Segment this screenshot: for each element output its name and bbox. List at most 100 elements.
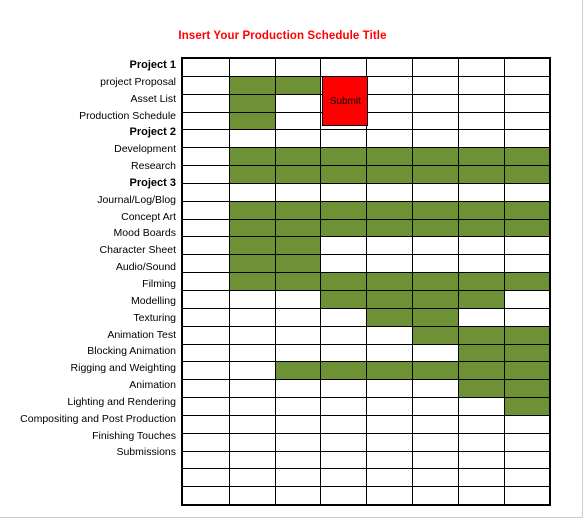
- schedule-bar-cell[interactable]: [228, 201, 275, 219]
- schedule-empty-cell[interactable]: [320, 380, 366, 398]
- schedule-empty-cell[interactable]: [274, 112, 321, 130]
- schedule-bar-cell[interactable]: [320, 148, 367, 166]
- schedule-empty-cell[interactable]: [183, 469, 229, 486]
- schedule-bar-cell[interactable]: [503, 326, 550, 344]
- schedule-bar-cell[interactable]: [411, 308, 458, 326]
- schedule-empty-cell[interactable]: [503, 237, 550, 255]
- schedule-bar-cell[interactable]: [228, 166, 275, 183]
- schedule-empty-cell[interactable]: [228, 451, 275, 469]
- schedule-bar-cell[interactable]: [320, 273, 367, 290]
- schedule-bar-cell[interactable]: [411, 290, 458, 308]
- schedule-empty-cell[interactable]: [274, 326, 321, 344]
- schedule-bar-cell[interactable]: [274, 362, 321, 380]
- schedule-bar-cell[interactable]: [320, 166, 367, 183]
- schedule-bar-cell[interactable]: [366, 290, 412, 308]
- schedule-bar-cell[interactable]: [366, 148, 412, 166]
- schedule-empty-cell[interactable]: [183, 184, 229, 201]
- schedule-empty-cell[interactable]: [366, 112, 412, 130]
- schedule-empty-cell[interactable]: [274, 415, 321, 433]
- schedule-bar-cell[interactable]: [411, 273, 458, 290]
- schedule-empty-cell[interactable]: [411, 380, 458, 398]
- schedule-empty-cell[interactable]: [366, 237, 412, 255]
- schedule-bar-cell[interactable]: [228, 255, 275, 273]
- schedule-bar-cell[interactable]: [457, 380, 504, 398]
- schedule-bar-cell[interactable]: [457, 344, 504, 362]
- schedule-empty-cell[interactable]: [366, 469, 412, 487]
- schedule-empty-cell[interactable]: [411, 94, 458, 112]
- schedule-bar-cell[interactable]: [366, 166, 412, 183]
- schedule-empty-cell[interactable]: [274, 469, 321, 487]
- schedule-empty-cell[interactable]: [228, 326, 275, 344]
- schedule-empty-cell[interactable]: [411, 59, 458, 76]
- schedule-empty-cell[interactable]: [366, 326, 412, 344]
- schedule-empty-cell[interactable]: [411, 237, 458, 255]
- schedule-empty-cell[interactable]: [411, 76, 458, 94]
- schedule-empty-cell[interactable]: [411, 344, 458, 362]
- schedule-empty-cell[interactable]: [457, 308, 504, 326]
- schedule-bar-cell[interactable]: [503, 398, 550, 415]
- schedule-empty-cell[interactable]: [228, 290, 275, 308]
- schedule-empty-cell[interactable]: [366, 130, 412, 148]
- schedule-empty-cell[interactable]: [228, 183, 275, 201]
- schedule-empty-cell[interactable]: [503, 433, 550, 451]
- schedule-empty-cell[interactable]: [320, 237, 366, 255]
- schedule-empty-cell[interactable]: [457, 451, 504, 469]
- schedule-empty-cell[interactable]: [228, 433, 275, 451]
- schedule-empty-cell[interactable]: [320, 398, 366, 415]
- schedule-empty-cell[interactable]: [411, 415, 458, 433]
- schedule-empty-cell[interactable]: [320, 451, 366, 469]
- schedule-bar-cell[interactable]: [503, 148, 550, 166]
- schedule-empty-cell[interactable]: [503, 415, 550, 433]
- schedule-empty-cell[interactable]: [183, 59, 229, 76]
- schedule-bar-cell[interactable]: [457, 166, 504, 183]
- schedule-empty-cell[interactable]: [503, 112, 550, 130]
- schedule-bar-cell[interactable]: [320, 219, 367, 237]
- schedule-bar-cell[interactable]: [366, 308, 412, 326]
- schedule-empty-cell[interactable]: [411, 469, 458, 487]
- schedule-bar-cell[interactable]: [503, 166, 550, 183]
- schedule-empty-cell[interactable]: [320, 487, 366, 505]
- schedule-empty-cell[interactable]: [183, 130, 229, 147]
- schedule-empty-cell[interactable]: [183, 452, 229, 469]
- schedule-bar-cell[interactable]: [457, 273, 504, 290]
- schedule-empty-cell[interactable]: [183, 345, 229, 362]
- schedule-empty-cell[interactable]: [183, 380, 229, 397]
- schedule-empty-cell[interactable]: [183, 220, 229, 237]
- schedule-empty-cell[interactable]: [183, 77, 229, 94]
- schedule-empty-cell[interactable]: [183, 255, 229, 272]
- schedule-bar-cell[interactable]: [320, 362, 367, 380]
- schedule-bar-cell[interactable]: [457, 326, 504, 344]
- schedule-bar-cell[interactable]: [411, 201, 458, 219]
- schedule-empty-cell[interactable]: [320, 326, 366, 344]
- schedule-bar-cell[interactable]: [228, 76, 275, 94]
- schedule-empty-cell[interactable]: [183, 202, 229, 219]
- schedule-empty-cell[interactable]: [183, 273, 229, 290]
- schedule-empty-cell[interactable]: [183, 166, 229, 183]
- schedule-empty-cell[interactable]: [366, 255, 412, 273]
- schedule-bar-cell[interactable]: [274, 148, 321, 166]
- schedule-empty-cell[interactable]: [228, 59, 275, 76]
- schedule-bar-cell[interactable]: [366, 273, 412, 290]
- schedule-empty-cell[interactable]: [183, 362, 229, 379]
- schedule-empty-cell[interactable]: [228, 344, 275, 362]
- schedule-empty-cell[interactable]: [274, 344, 321, 362]
- schedule-empty-cell[interactable]: [457, 94, 504, 112]
- schedule-empty-cell[interactable]: [183, 291, 229, 308]
- schedule-bar-cell[interactable]: [503, 201, 550, 219]
- schedule-empty-cell[interactable]: [228, 308, 275, 326]
- schedule-empty-cell[interactable]: [457, 59, 504, 76]
- schedule-empty-cell[interactable]: [457, 112, 504, 130]
- schedule-bar-cell[interactable]: [274, 76, 321, 94]
- schedule-empty-cell[interactable]: [366, 451, 412, 469]
- schedule-empty-cell[interactable]: [366, 487, 412, 505]
- schedule-bar-cell[interactable]: [503, 273, 550, 290]
- schedule-bar-cell[interactable]: [228, 112, 275, 130]
- schedule-empty-cell[interactable]: [274, 59, 321, 76]
- schedule-bar-cell[interactable]: [457, 148, 504, 166]
- schedule-empty-cell[interactable]: [183, 148, 229, 165]
- schedule-bar-cell[interactable]: [320, 201, 367, 219]
- schedule-empty-cell[interactable]: [366, 76, 412, 94]
- schedule-bar-cell[interactable]: [411, 166, 458, 183]
- schedule-empty-cell[interactable]: [183, 95, 229, 112]
- schedule-empty-cell[interactable]: [228, 469, 275, 487]
